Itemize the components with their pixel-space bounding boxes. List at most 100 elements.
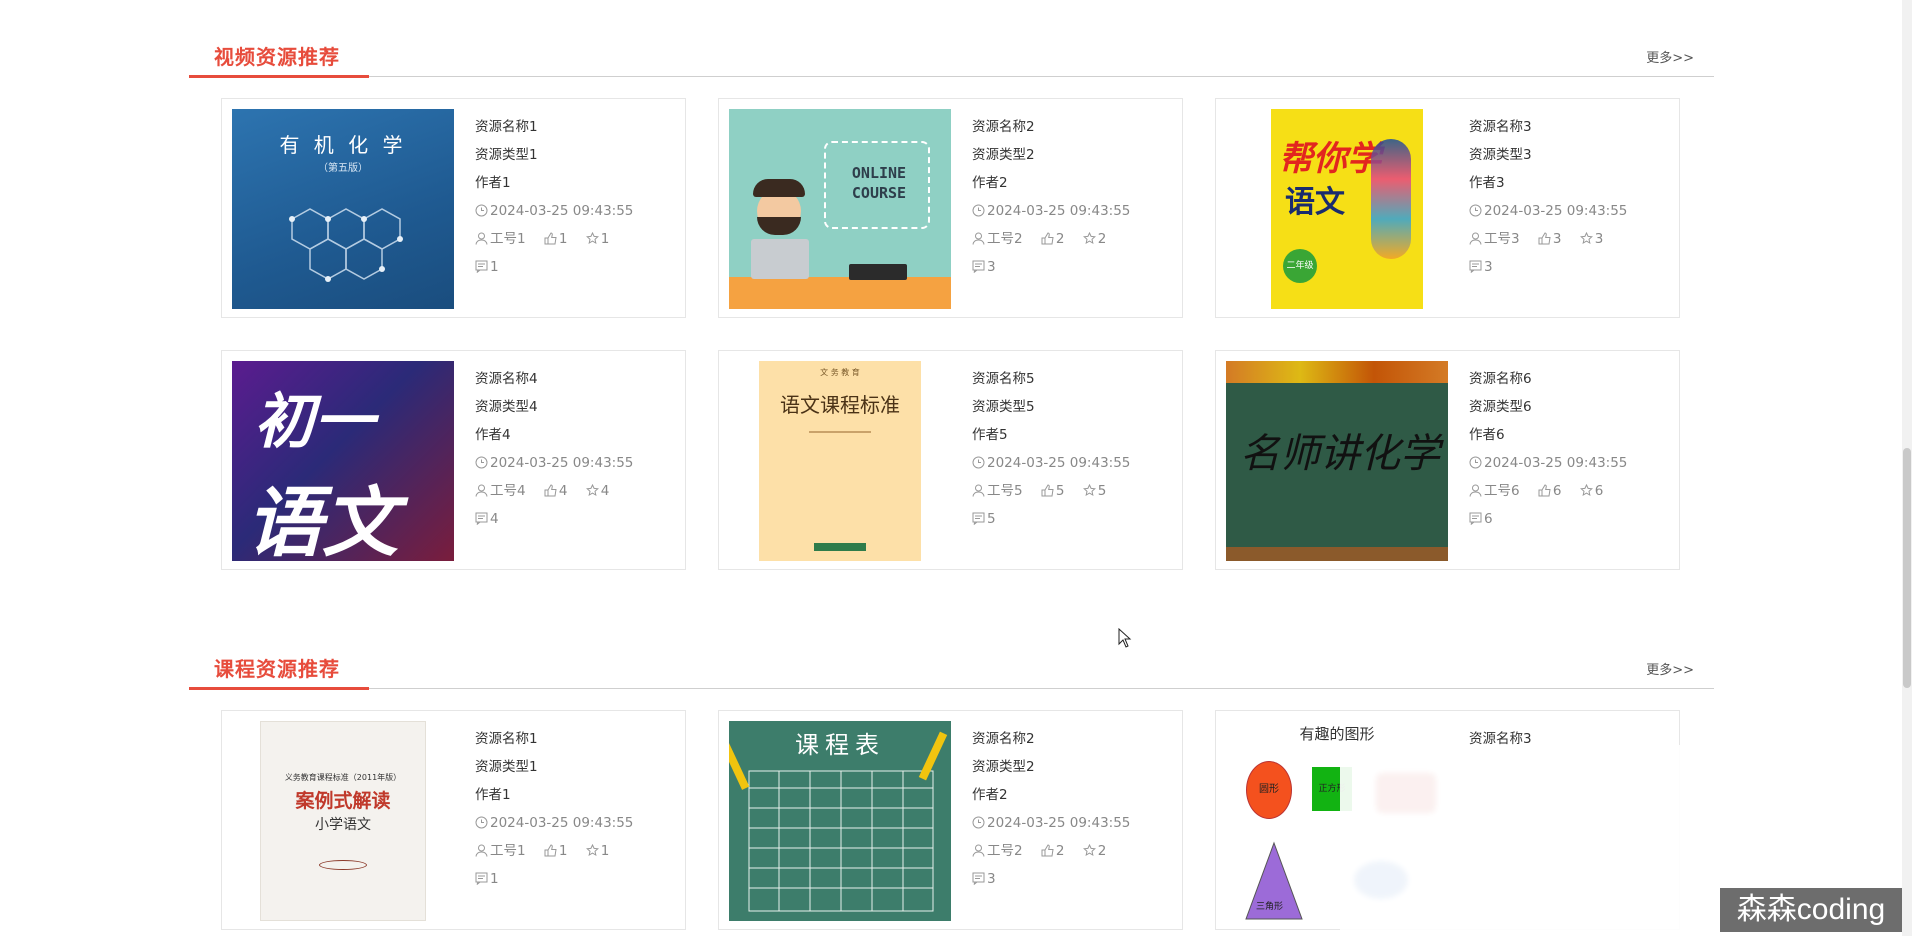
- resource-info: 资源名称1 资源类型1 作者1 2024-03-25 09:43:55 工号1 …: [475, 725, 675, 893]
- comment-icon: [1469, 255, 1482, 283]
- resource-comment-row: 1: [475, 253, 675, 281]
- clock-icon: [972, 811, 985, 839]
- thumb-subtitle: COURSE: [851, 184, 907, 202]
- resource-name[interactable]: 资源名称2: [972, 725, 1172, 753]
- comment-count: 6: [1484, 511, 1493, 527]
- star-icon[interactable]: [1082, 839, 1096, 867]
- thumbs-up-icon[interactable]: [544, 479, 557, 507]
- resource-info: 资源名称3 资源类型3 作者3 2024-03-25 09:43:55 工号3 …: [1469, 113, 1669, 281]
- thumbs-up-icon[interactable]: [1538, 479, 1551, 507]
- resource-type: 资源类型1: [475, 147, 538, 163]
- resource-thumbnail[interactable]: 帮你学 语文 二年级: [1226, 109, 1448, 309]
- resource-card[interactable]: 初一 语文 资源名称4 资源类型4 作者4 2024-03-25 09:43:5…: [221, 350, 686, 570]
- resource-thumbnail[interactable]: 文 务 教 育 语文课程标准: [729, 361, 951, 561]
- thumbs-up-icon[interactable]: [1041, 227, 1054, 255]
- thumb-title: 案例式解读: [295, 790, 391, 812]
- comment-count: 3: [987, 871, 996, 887]
- resource-info: 资源名称1 资源类型1 作者1 2024-03-25 09:43:55 工号1 …: [475, 113, 675, 281]
- user-icon: [475, 479, 488, 507]
- overlay-blur-region: [1340, 745, 1680, 935]
- mouse-cursor-icon: [1118, 627, 1132, 652]
- clock-icon: [475, 199, 488, 227]
- resource-author: 作者3: [1469, 175, 1505, 191]
- thumb-caption: 义务教育课程标准（2011年版）: [284, 773, 402, 782]
- comment-icon: [475, 255, 488, 283]
- resource-card[interactable]: 课程表 资源名称2 资源类型2 作者2 2024-03-25 09:43:55: [718, 710, 1183, 930]
- comment-icon: [972, 507, 985, 535]
- resource-user: 工号4: [490, 483, 526, 499]
- resource-name[interactable]: 资源名称4: [475, 365, 675, 393]
- comment-count: 4: [490, 511, 499, 527]
- resource-type: 资源类型1: [475, 759, 538, 775]
- resource-thumbnail[interactable]: 初一 语文: [232, 361, 454, 561]
- user-icon: [475, 839, 488, 867]
- resource-card[interactable]: ONLINE COURSE 资源名称2 资源类型2 作者2 2024-03-25…: [718, 98, 1183, 318]
- resource-name[interactable]: 资源名称1: [475, 725, 675, 753]
- comment-icon: [475, 507, 488, 535]
- resource-user: 工号2: [987, 231, 1023, 247]
- resource-stats-row: 工号1 1 1: [475, 225, 675, 253]
- resource-thumbnail[interactable]: 课程表: [729, 721, 951, 921]
- resource-type: 资源类型5: [972, 399, 1035, 415]
- resource-user: 工号2: [987, 843, 1023, 859]
- star-icon[interactable]: [1082, 479, 1096, 507]
- star-icon[interactable]: [1082, 227, 1096, 255]
- resource-time: 2024-03-25 09:43:55: [490, 815, 634, 831]
- resource-type: 资源类型2: [972, 759, 1035, 775]
- resource-card[interactable]: 名师讲化学 资源名称6 资源类型6 作者6 2024-03-25 09:43:5…: [1215, 350, 1680, 570]
- thumbs-up-icon[interactable]: [544, 839, 557, 867]
- resource-name[interactable]: 资源名称2: [972, 113, 1172, 141]
- resource-card[interactable]: 文 务 教 育 语文课程标准 资源名称5 资源类型5 作者5 2024-03-2…: [718, 350, 1183, 570]
- thumb-subtitle: 语文: [246, 478, 398, 561]
- resource-thumbnail[interactable]: 有 机 化 学 （第五版）: [232, 109, 454, 309]
- resource-card[interactable]: 有 机 化 学 （第五版） 资源名称1 资源类型1 作者1 2024-03-25…: [221, 98, 686, 318]
- clock-icon: [1469, 451, 1482, 479]
- thumbs-up-icon[interactable]: [1041, 479, 1054, 507]
- star-count: 2: [1097, 231, 1107, 247]
- resource-author: 作者5: [972, 427, 1008, 443]
- resource-card[interactable]: 义务教育课程标准（2011年版） 案例式解读 小学语文 资源名称1 资源类型1 …: [221, 710, 686, 930]
- thumbs-up-icon[interactable]: [1041, 839, 1054, 867]
- resource-name[interactable]: 资源名称3: [1469, 113, 1669, 141]
- clock-icon: [1469, 199, 1482, 227]
- star-icon[interactable]: [585, 839, 599, 867]
- clock-icon: [475, 451, 488, 479]
- more-link[interactable]: 更多>>: [1646, 47, 1694, 66]
- resource-type: 资源类型3: [1469, 147, 1532, 163]
- star-count: 1: [600, 231, 610, 247]
- resource-info: 资源名称5 资源类型5 作者5 2024-03-25 09:43:55 工号5 …: [972, 365, 1172, 533]
- star-icon[interactable]: [1579, 479, 1593, 507]
- scrollbar-thumb[interactable]: [1903, 448, 1911, 688]
- laptop-graphic: [751, 239, 809, 279]
- more-link[interactable]: 更多>>: [1646, 659, 1694, 678]
- section-title: 视频资源推荐: [214, 45, 340, 69]
- star-icon[interactable]: [1579, 227, 1593, 255]
- star-icon[interactable]: [585, 227, 599, 255]
- comment-icon: [972, 255, 985, 283]
- star-count: 6: [1594, 483, 1604, 499]
- vertical-scrollbar[interactable]: [1902, 0, 1912, 936]
- circle-shape: 圆形: [1246, 761, 1292, 819]
- resource-time: 2024-03-25 09:43:55: [490, 455, 634, 471]
- comment-count: 5: [987, 511, 996, 527]
- resource-name[interactable]: 资源名称5: [972, 365, 1172, 393]
- resource-user: 工号1: [490, 843, 526, 859]
- thumbs-up-icon[interactable]: [544, 227, 557, 255]
- resource-thumbnail[interactable]: 义务教育课程标准（2011年版） 案例式解读 小学语文: [232, 721, 454, 921]
- resource-thumbnail[interactable]: ONLINE COURSE: [729, 109, 951, 309]
- resource-card[interactable]: 帮你学 语文 二年级 资源名称3 资源类型3 作者3 2024-03-25 09…: [1215, 98, 1680, 318]
- user-icon: [475, 227, 488, 255]
- thumb-subtitle: 语文: [1285, 185, 1345, 220]
- thumbs-up-icon[interactable]: [1538, 227, 1551, 255]
- clock-icon: [972, 199, 985, 227]
- section-title-underline: [189, 687, 369, 690]
- thumb-title: 初一: [254, 387, 374, 457]
- star-icon[interactable]: [585, 479, 599, 507]
- like-count: 2: [1055, 843, 1065, 859]
- resource-thumbnail[interactable]: 名师讲化学: [1226, 361, 1448, 561]
- resource-name[interactable]: 资源名称1: [475, 113, 675, 141]
- resource-author: 作者1: [475, 175, 511, 191]
- resource-user: 工号1: [490, 231, 526, 247]
- resource-name[interactable]: 资源名称6: [1469, 365, 1669, 393]
- thumb-title: 有趣的图形: [1299, 725, 1375, 743]
